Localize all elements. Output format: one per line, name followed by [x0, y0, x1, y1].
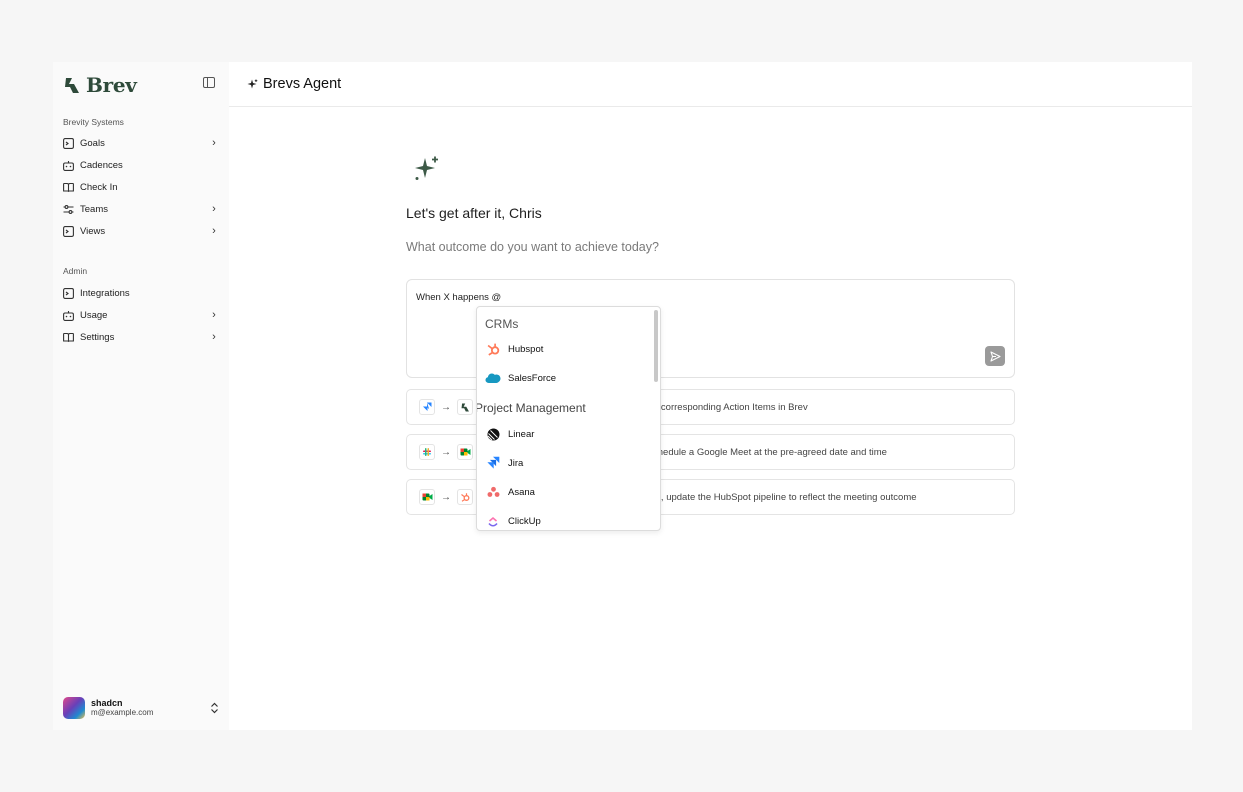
sidebar: Brev Brevity Systems Goals › Cadences Ch… — [53, 62, 229, 730]
sliders-icon — [63, 204, 74, 215]
page-title: Brevs Agent — [263, 76, 342, 92]
terminal-icon — [63, 287, 74, 299]
book-icon — [63, 182, 74, 193]
jira-icon — [485, 455, 501, 471]
dropdown-group-label: Project Management — [476, 401, 586, 415]
sidebar-toggle-icon[interactable] — [203, 77, 215, 88]
workspace-label: Brevity Systems — [63, 117, 124, 127]
dropdown-item-label: Jira — [508, 457, 524, 469]
hubspot-icon — [457, 489, 473, 505]
bot-icon — [63, 160, 74, 171]
sidebar-item-label: Check In — [80, 181, 118, 193]
chevron-right-icon: › — [212, 225, 216, 237]
sidebar-item-label: Usage — [80, 309, 108, 321]
dropdown-item-label: SalesForce — [508, 372, 557, 384]
sidebar-item-label: Teams — [80, 203, 108, 215]
book-icon — [63, 332, 74, 343]
sidebar-item-cadences[interactable]: Cadences — [63, 156, 219, 174]
sidebar-item-integrations[interactable]: Integrations — [63, 284, 219, 302]
suggestion-text: et, update the HubSpot pipeline to refle… — [653, 491, 917, 503]
terminal-icon — [63, 137, 74, 149]
chevron-right-icon: › — [212, 137, 216, 149]
dropdown-group-label: CRMs — [485, 317, 519, 331]
sidebar-item-teams[interactable]: Teams › — [63, 200, 219, 218]
dropdown-scrollbar[interactable] — [654, 310, 658, 382]
dropdown-item-label: ClickUp — [508, 515, 541, 527]
dropdown-item-jira[interactable]: Jira — [485, 453, 645, 473]
brand-name: Brev — [86, 73, 137, 97]
dropdown-item-salesforce[interactable]: SalesForce — [485, 368, 645, 388]
chevron-right-icon: › — [212, 309, 216, 321]
suggestion-text: e corresponding Action Items in Brev — [653, 401, 808, 413]
bot-icon — [63, 310, 74, 321]
dropdown-item-linear[interactable]: Linear — [485, 424, 645, 444]
dropdown-item-hubspot[interactable]: Hubspot — [485, 339, 645, 359]
sparkles-icon — [247, 79, 258, 88]
sidebar-item-check-in[interactable]: Check In — [63, 178, 219, 196]
sidebar-item-goals[interactable]: Goals › — [63, 134, 219, 152]
hubspot-icon — [485, 341, 501, 357]
chevrons-up-down-icon[interactable] — [210, 702, 219, 714]
suggestion-text: chedule a Google Meet at the pre-agreed … — [653, 446, 887, 458]
header: Brevs Agent — [229, 62, 1192, 107]
dropdown-item-asana[interactable]: Asana — [485, 482, 645, 502]
salesforce-icon — [485, 370, 501, 386]
chevron-right-icon: › — [212, 331, 216, 343]
admin-section-label: Admin — [63, 266, 88, 276]
mention-dropdown: CRMs Hubspot SalesForce Project Manageme… — [476, 306, 661, 531]
sidebar-item-usage[interactable]: Usage › — [63, 306, 219, 324]
clickup-icon — [485, 513, 501, 529]
terminal-icon — [63, 225, 74, 237]
sidebar-item-label: Integrations — [80, 287, 130, 299]
dropdown-item-label: Linear — [508, 428, 535, 440]
arrow-right-icon: → — [441, 446, 451, 458]
prompt-input-value: When X happens @ — [416, 292, 502, 303]
user-name: shadcn — [91, 698, 123, 708]
prompt-subtitle: What outcome do you want to achieve toda… — [406, 240, 659, 254]
linear-icon — [485, 426, 501, 442]
chevron-right-icon: › — [212, 203, 216, 215]
sidebar-item-label: Cadences — [80, 159, 123, 171]
dropdown-item-label: Hubspot — [508, 343, 544, 355]
google-meet-icon — [457, 444, 473, 460]
jira-icon — [419, 399, 435, 415]
arrow-right-icon: → — [441, 401, 451, 413]
sparkles-icon — [415, 156, 438, 180]
sidebar-item-views[interactable]: Views › — [63, 222, 219, 240]
app-window: Brev Brevity Systems Goals › Cadences Ch… — [53, 62, 1192, 730]
user-info: shadcn m@example.com — [91, 698, 210, 718]
sidebar-item-label: Settings — [80, 331, 115, 343]
dropdown-item-clickup[interactable]: ClickUp — [485, 511, 645, 530]
brand-logo[interactable]: Brev — [64, 73, 137, 97]
user-menu[interactable]: shadcn m@example.com — [63, 696, 219, 720]
brev-icon — [457, 399, 473, 415]
user-email: m@example.com — [91, 708, 154, 717]
arrow-right-icon: → — [441, 491, 451, 503]
slack-icon — [419, 444, 435, 460]
greeting: Let's get after it, Chris — [406, 205, 542, 221]
google-meet-icon — [419, 489, 435, 505]
asana-icon — [485, 484, 501, 500]
dropdown-item-label: Asana — [508, 486, 535, 498]
avatar — [63, 697, 85, 719]
brev-logo-icon — [65, 77, 79, 93]
send-button[interactable] — [985, 346, 1005, 366]
main-content: Brevs Agent Let's get after it, Chris Wh… — [229, 62, 1192, 730]
sidebar-item-label: Goals — [80, 137, 105, 149]
sidebar-item-label: Views — [80, 225, 106, 237]
send-icon — [989, 350, 1001, 362]
sidebar-item-settings[interactable]: Settings › — [63, 328, 219, 346]
